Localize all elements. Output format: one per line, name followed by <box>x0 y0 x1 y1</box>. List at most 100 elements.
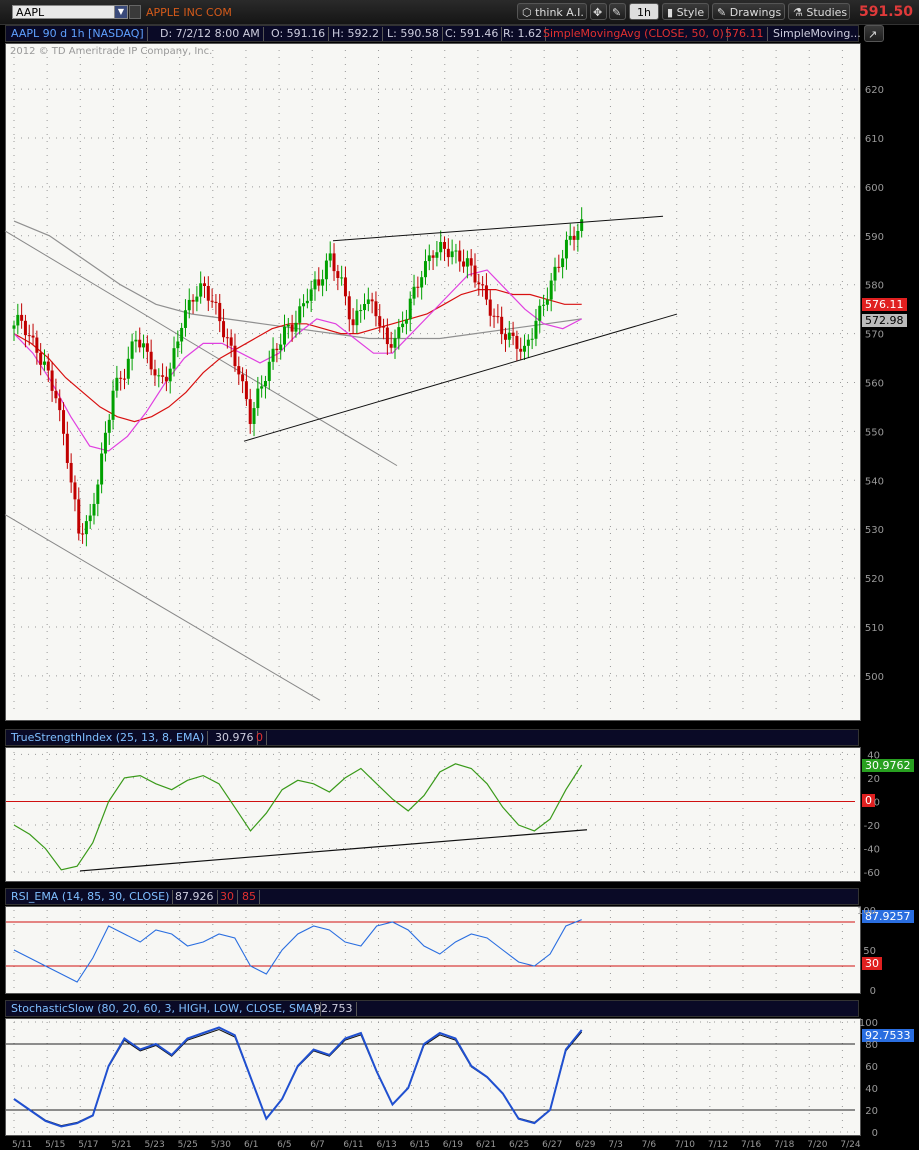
candle-up <box>96 484 100 504</box>
candle-up <box>408 298 412 320</box>
x-axis-label: 7/18 <box>774 1140 794 1150</box>
candle-down <box>473 265 477 283</box>
candle-up <box>397 327 401 339</box>
candle-down <box>496 316 500 318</box>
candle-up <box>305 300 309 304</box>
candle-down <box>206 285 210 301</box>
candle-up <box>526 339 530 346</box>
candle-down <box>347 296 351 320</box>
candle-down <box>122 378 126 380</box>
candle-up <box>561 258 565 268</box>
candle-down <box>65 433 69 463</box>
candle-down <box>191 299 195 302</box>
candle-down <box>477 282 481 285</box>
price-tick-label: 500 <box>865 672 884 683</box>
candle-up <box>126 358 130 379</box>
candle-up <box>439 241 443 253</box>
candle-up <box>580 219 584 231</box>
x-axis-label: 7/24 <box>840 1140 860 1150</box>
candle-up <box>16 314 20 326</box>
sma-pink-line <box>13 269 582 452</box>
x-axis-label: 5/30 <box>211 1140 231 1150</box>
candle-up <box>252 408 256 424</box>
chart-canvas: 5005105205305405505605705805906006106204… <box>4 50 884 1150</box>
candle-down <box>210 300 214 302</box>
candle-down <box>50 370 54 391</box>
candle-up <box>302 303 306 307</box>
rsi-tick-label: 50 <box>863 946 876 957</box>
candle-up <box>401 323 405 328</box>
tsi-tick-label: -60 <box>864 868 880 879</box>
candle-down <box>145 343 149 352</box>
candle-up <box>115 377 119 391</box>
candle-up <box>355 310 359 326</box>
candle-down <box>81 533 85 535</box>
candle-up <box>172 348 176 369</box>
candle-up <box>42 361 46 365</box>
candle-down <box>244 381 248 400</box>
x-axis-label: 5/15 <box>45 1140 65 1150</box>
candle-up <box>404 319 408 324</box>
candle-up <box>420 277 424 288</box>
candle-up <box>324 260 328 280</box>
x-axis-label: 7/16 <box>741 1140 761 1150</box>
x-axis-label: 6/5 <box>277 1140 291 1150</box>
x-axis-label: 7/12 <box>708 1140 728 1150</box>
candle-down <box>481 284 485 286</box>
candle-down <box>218 302 222 322</box>
stoch-tick-label: 40 <box>865 1084 878 1095</box>
candle-up <box>286 324 290 327</box>
tsi-tick-label: -40 <box>864 845 880 856</box>
candle-down <box>431 255 435 258</box>
candle-up <box>366 299 370 304</box>
candle-down <box>378 316 382 327</box>
x-axis-label: 6/27 <box>542 1140 562 1150</box>
price-tick-label: 600 <box>865 183 884 194</box>
x-axis-label: 6/25 <box>509 1140 529 1150</box>
x-axis-label: 6/21 <box>476 1140 496 1150</box>
candle-down <box>275 348 279 351</box>
candle-down <box>515 335 519 349</box>
candle-up <box>534 320 538 339</box>
x-axis-label: 6/15 <box>410 1140 430 1150</box>
candle-up <box>130 341 134 359</box>
price-tick-label: 550 <box>865 427 884 438</box>
x-axis-label: 7/10 <box>675 1140 695 1150</box>
candle-down <box>229 337 233 346</box>
candle-up <box>553 266 557 281</box>
candle-up <box>294 322 298 332</box>
candle-down <box>462 261 466 267</box>
candle-up <box>393 338 397 348</box>
candle-down <box>119 377 123 379</box>
candle-up <box>545 299 549 305</box>
candle-up <box>454 250 458 252</box>
candle-down <box>374 301 378 317</box>
candle-down <box>317 279 321 286</box>
candle-up <box>103 432 107 454</box>
candle-up <box>412 286 416 299</box>
candle-up <box>542 304 546 306</box>
candle-up <box>12 325 16 329</box>
price-tick-label: 540 <box>865 476 884 487</box>
tsi-tick-label: 40 <box>867 750 880 761</box>
candle-up <box>176 341 180 349</box>
tsi-tick-label: 20 <box>867 774 880 785</box>
candle-up <box>183 310 187 328</box>
candle-down <box>290 324 294 332</box>
candle-down <box>446 248 450 258</box>
x-axis-label: 7/6 <box>642 1140 657 1150</box>
candle-down <box>214 301 218 303</box>
x-axis-label: 6/13 <box>376 1140 396 1150</box>
x-axis-label: 7/20 <box>807 1140 827 1150</box>
candle-down <box>557 266 561 268</box>
candle-down <box>343 277 347 297</box>
candle-down <box>237 366 241 375</box>
candle-down <box>416 286 420 288</box>
candle-down <box>351 319 355 326</box>
stoch-tick-label: 100 <box>859 1018 878 1029</box>
candle-down <box>469 258 473 266</box>
candle-up <box>199 283 203 297</box>
candle-up <box>187 299 191 311</box>
rsi-line <box>13 919 582 983</box>
candle-down <box>35 337 39 353</box>
